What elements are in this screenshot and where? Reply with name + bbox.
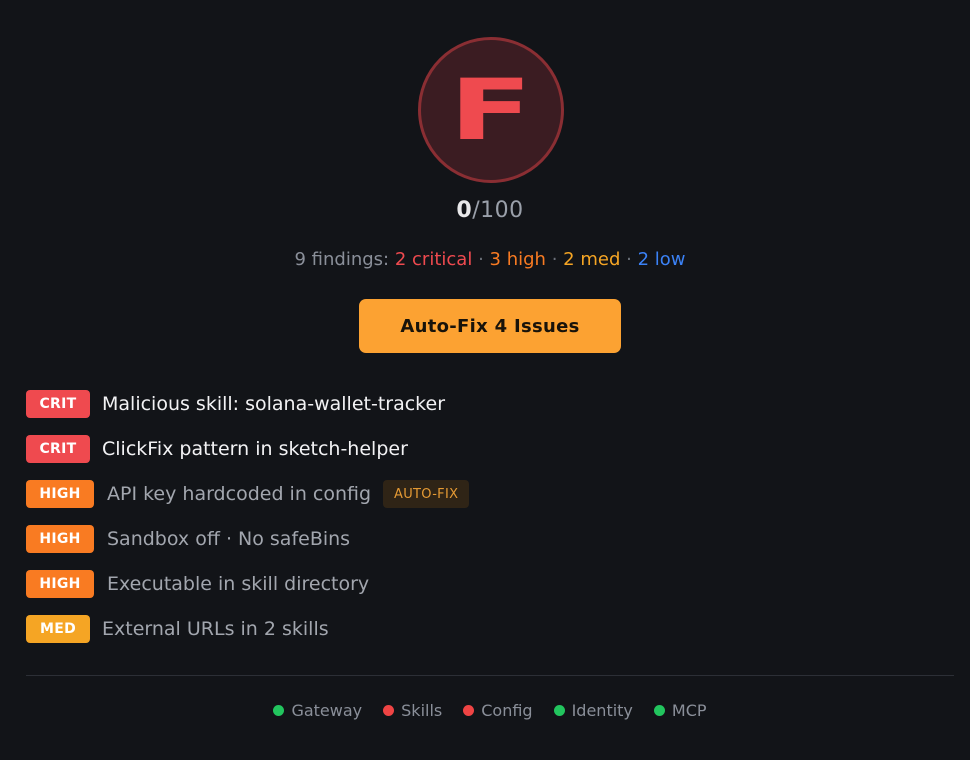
issue-row[interactable]: HIGH Sandbox off · No safeBins	[26, 524, 350, 554]
issue-row[interactable]: MED External URLs in 2 skills	[26, 614, 329, 644]
severity-badge: HIGH	[26, 570, 94, 598]
status-dot-icon	[653, 705, 665, 716]
score-max: /100	[472, 198, 524, 223]
status-bar: Gateway Skills Config Identity MCP	[0, 701, 970, 720]
status-label: Config	[481, 701, 533, 720]
severity-badge: CRIT	[26, 435, 90, 463]
status-label: Gateway	[291, 701, 363, 720]
issue-text: Executable in skill directory	[107, 573, 370, 595]
score-value: 0	[456, 198, 473, 223]
severity-badge: HIGH	[26, 525, 94, 553]
status-mcp: MCP	[653, 701, 707, 720]
status-dot-icon	[273, 705, 285, 716]
status-label: MCP	[671, 701, 707, 720]
status-skills: Skills	[383, 701, 442, 720]
issue-text: Sandbox off · No safeBins	[107, 528, 351, 550]
divider	[26, 675, 954, 676]
status-dot-icon	[383, 705, 395, 716]
status-label: Identity	[571, 701, 633, 720]
issue-text: Malicious skill: solana-wallet-tracker	[102, 393, 446, 415]
issue-text: API key hardcoded in config	[107, 483, 372, 505]
grade-badge: F	[418, 37, 564, 183]
severity-badge: HIGH	[26, 480, 94, 508]
issue-text: External URLs in 2 skills	[102, 618, 329, 640]
status-config: Config	[463, 701, 533, 720]
severity-badge: CRIT	[26, 390, 90, 418]
status-dot-icon	[553, 705, 565, 716]
issue-row[interactable]: CRIT ClickFix pattern in sketch-helper	[26, 434, 408, 464]
findings-low: 2 low	[637, 249, 686, 270]
issue-row[interactable]: HIGH API key hardcoded in config AUTO-FI…	[26, 479, 470, 509]
status-dot-icon	[463, 705, 475, 716]
score-display: 0/100	[0, 198, 970, 223]
findings-critical: 2 critical	[394, 249, 473, 270]
issue-text: ClickFix pattern in sketch-helper	[102, 438, 408, 460]
issue-row[interactable]: HIGH Executable in skill directory	[26, 569, 369, 599]
status-identity: Identity	[553, 701, 633, 720]
findings-separator: ·	[478, 249, 484, 270]
status-label: Skills	[401, 701, 443, 720]
auto-fix-tag[interactable]: AUTO-FIX	[383, 480, 470, 508]
auto-fix-button[interactable]: Auto-Fix 4 Issues	[359, 299, 621, 353]
severity-badge: MED	[26, 615, 90, 643]
findings-separator: ·	[626, 249, 632, 270]
findings-summary: 9 findings: 2 critical · 3 high · 2 med …	[0, 249, 970, 270]
security-report-page: F 0/100 9 findings: 2 critical · 3 high …	[0, 0, 970, 760]
status-gateway: Gateway	[273, 701, 362, 720]
findings-med: 2 med	[563, 249, 621, 270]
findings-high: 3 high	[489, 249, 546, 270]
issue-row[interactable]: CRIT Malicious skill: solana-wallet-trac…	[26, 389, 445, 419]
findings-separator: ·	[551, 249, 558, 270]
findings-total: 9 findings:	[294, 249, 390, 270]
grade-letter: F	[449, 61, 533, 159]
